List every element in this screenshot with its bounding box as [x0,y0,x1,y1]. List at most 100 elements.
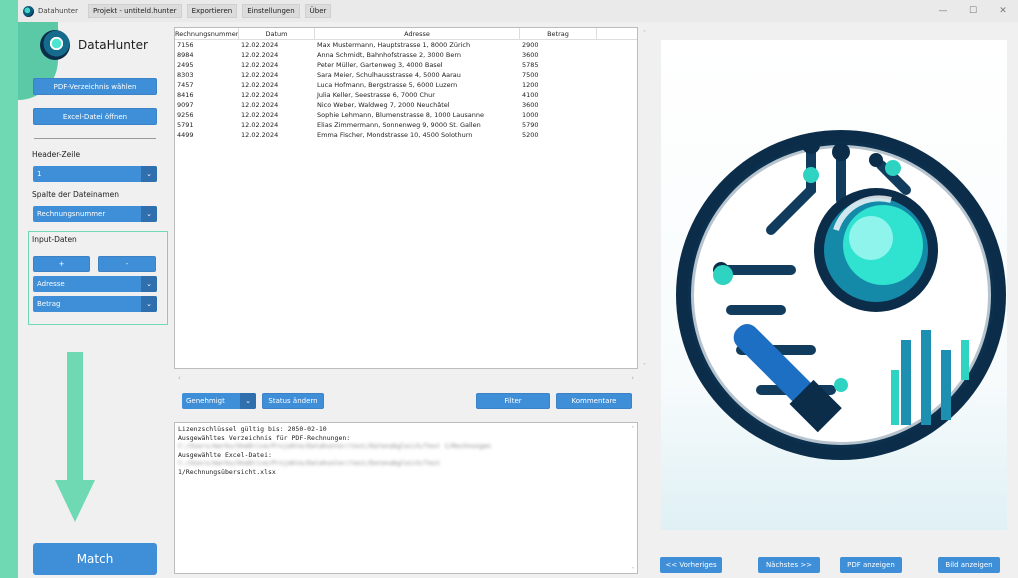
filter-button[interactable]: Filter [476,393,550,409]
table-cell: Sara Meier, Schulhausstrasse 4, 5000 Aar… [317,71,461,79]
open-excel-button[interactable]: Excel-Datei öffnen [33,108,157,125]
logo: DataHunter [40,30,148,60]
chevron-down-icon: ⌄ [240,393,256,409]
log-line: Lizenzschlüssel gültig bis: 2050-02-10 [178,425,327,433]
table-header: Rechnungsnummer Datum Adresse Betrag [175,28,637,40]
chevron-down-icon[interactable]: ˅ [632,567,635,574]
comments-button[interactable]: Kommentare [556,393,632,409]
close-button[interactable]: ✕ [988,0,1018,22]
horizontal-scrollbar[interactable]: ‹ › [174,374,638,384]
log-line: Ausgewähltes Verzeichnis für PDF-Rechnun… [178,433,351,442]
chevron-down-icon: ⌄ [141,296,157,312]
table-cell: 3600 [522,51,539,59]
sidebar-divider [34,138,156,139]
minimize-button[interactable]: — [928,0,958,22]
column-header[interactable]: Rechnungsnummer [175,28,239,39]
table-cell: 1200 [522,81,539,89]
app-logo-icon [23,5,34,17]
pdf-directory-button[interactable]: PDF-Verzeichnis wählen [33,78,157,95]
table-row[interactable]: 9097 12.02.2024 Nico Weber, Waldweg 7, 200… [175,100,637,110]
table-cell: 2495 [177,61,194,69]
table-cell: Elias Zimmermann, Sonnenweg 9, 9000 St. … [317,121,481,129]
log-line: C:/Users/marko/OneDrive/Projekte/Datahun… [178,459,441,467]
next-button[interactable]: Nächstes >> [758,557,820,573]
status-select[interactable]: Genehmigt ⌄ [182,393,256,409]
chevron-right-icon[interactable]: › [631,374,634,384]
table-cell: 5785 [522,61,539,69]
chevron-down-icon[interactable]: ˅ [643,363,646,370]
chevron-down-icon: ⌄ [141,276,157,292]
menu-settings[interactable]: Einstellungen [242,4,300,18]
table-row[interactable]: 8303 12.02.2024 Sara Meier, Schulhausstras… [175,70,637,80]
app-window: Datahunter Projekt - untiteld.hunter Exp… [18,0,1018,578]
table-cell: 12.02.2024 [241,101,279,109]
table-row[interactable]: 9256 12.02.2024 Sophie Lehmann, Blumenstra… [175,110,637,120]
datahunter-logo-icon [40,30,70,60]
table-cell: Julia Keller, Seestrasse 6, 7000 Chur [317,91,435,99]
table-cell: Nico Weber, Waldweg 7, 2000 Neuchâtel [317,101,450,109]
column-header[interactable]: Betrag [520,28,597,39]
chevron-down-icon: ⌄ [141,206,157,222]
table-cell: 7500 [522,71,539,79]
table-row[interactable]: 7156 12.02.2024 Max Mustermann, Hauptstras… [175,40,637,50]
invoice-table[interactable]: Rechnungsnummer Datum Adresse Betrag 715… [174,27,638,369]
chevron-up-icon[interactable]: ˄ [643,30,646,37]
table-row[interactable]: 8416 12.02.2024 Julia Keller, Seestrasse 6… [175,90,637,100]
menu-about[interactable]: Über [304,4,332,18]
app-title: Datahunter [38,7,78,15]
table-cell: 12.02.2024 [241,51,279,59]
filename-column-value: Rechnungsnummer [37,210,106,218]
table-cell: 8984 [177,51,194,59]
table-cell: 7156 [177,41,194,49]
input-field-select-2[interactable]: Betrag ⌄ [33,296,157,312]
table-cell: 12.02.2024 [241,81,279,89]
input-field-value-2: Betrag [37,300,61,308]
table-cell: Max Mustermann, Hauptstrasse 1, 8000 Zür… [317,41,471,49]
table-cell: 9097 [177,101,194,109]
previous-button[interactable]: << Vorheriges [660,557,722,573]
column-header[interactable]: Datum [239,28,315,39]
table-cell: 1000 [522,111,539,119]
input-field-value-1: Adresse [37,280,65,288]
maximize-button[interactable]: ☐ [958,0,988,22]
remove-input-button[interactable]: - [98,256,156,272]
column-header[interactable]: Adresse [315,28,520,39]
menu-project[interactable]: Projekt - untiteld.hunter [87,4,182,18]
chevron-up-icon[interactable]: ˄ [632,426,635,433]
table-row[interactable]: 4499 12.02.2024 Emma Fischer, Mondstrasse … [175,130,637,140]
menu-export[interactable]: Exportieren [186,4,238,18]
filename-column-select[interactable]: Rechnungsnummer ⌄ [33,206,157,222]
table-cell: 2900 [522,41,539,49]
table-cell: Emma Fischer, Mondstrasse 10, 4500 Solot… [317,131,473,139]
table-row[interactable]: 7457 12.02.2024 Luca Hofmann, Bergstrasse … [175,80,637,90]
title-bar: Datahunter Projekt - untiteld.hunter Exp… [18,0,1018,22]
table-cell: 5790 [522,121,539,129]
log-line: Ausgewählte Excel-Datei: [178,450,272,459]
vertical-scrollbar[interactable]: ˄ ˅ [643,30,653,370]
log-scrollbar[interactable]: ˄ ˅ [628,426,638,574]
show-image-button[interactable]: Bild anzeigen [938,557,1000,573]
table-cell: 12.02.2024 [241,71,279,79]
table-cell: 12.02.2024 [241,91,279,99]
show-pdf-button[interactable]: PDF anzeigen [840,557,902,573]
table-cell: 12.02.2024 [241,61,279,69]
table-cell: 12.02.2024 [241,41,279,49]
status-value: Genehmigt [186,397,225,405]
header-row-label: Header-Zeile [32,150,81,159]
match-button[interactable]: Match [33,543,157,575]
change-status-button[interactable]: Status ändern [262,393,324,409]
add-input-button[interactable]: + [33,256,90,272]
log-output[interactable]: Lizenzschlüssel gültig bis: 2050-02-10 Au… [174,422,638,574]
chevron-left-icon[interactable]: ‹ [178,374,181,384]
table-row[interactable]: 2495 12.02.2024 Peter Müller, Gartenweg 3,… [175,60,637,70]
table-cell: Peter Müller, Gartenweg 3, 4000 Basel [317,61,443,69]
table-body: 7156 12.02.2024 Max Mustermann, Hauptstras… [175,40,637,140]
header-row-select[interactable]: 1 ⌄ [33,166,157,182]
table-row[interactable]: 5791 12.02.2024 Elias Zimmermann, Sonnenwe… [175,120,637,130]
table-cell: 5791 [177,121,194,129]
log-line: 1/Rechnungsübersicht.xlsx [178,467,276,476]
table-row[interactable]: 8984 12.02.2024 Anna Schmidt, Bahnhofstras… [175,50,637,60]
table-cell: Luca Hofmann, Bergstrasse 5, 6000 Luzern [317,81,458,89]
input-field-select-1[interactable]: Adresse ⌄ [33,276,157,292]
logo-text: DataHunter [78,38,148,52]
